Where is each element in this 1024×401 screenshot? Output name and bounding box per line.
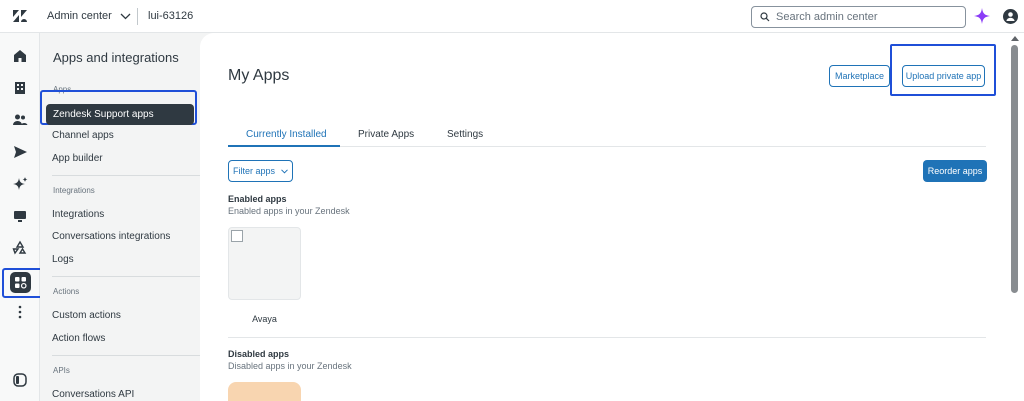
app-card-disabled[interactable]: [228, 382, 301, 401]
building-icon[interactable]: [12, 80, 28, 96]
profile-avatar[interactable]: [1003, 9, 1018, 24]
chevron-down-icon: [281, 168, 288, 174]
ai-sparkle-icon[interactable]: [974, 8, 990, 24]
tab-private-apps[interactable]: Private Apps: [358, 129, 414, 140]
topbar-divider: [137, 8, 138, 25]
people-icon[interactable]: [12, 112, 28, 128]
filter-apps-button[interactable]: Filter apps: [228, 160, 293, 182]
tab-currently-installed[interactable]: Currently Installed: [246, 129, 327, 140]
sparkle-icon[interactable]: [12, 176, 28, 192]
active-tab-indicator: [228, 145, 340, 147]
reorder-apps-button[interactable]: Reorder apps: [923, 160, 987, 182]
disabled-apps-subtitle: Disabled apps in your Zendesk: [228, 361, 352, 371]
chevron-down-icon: [120, 13, 131, 19]
subnav-item-channel-apps[interactable]: Channel apps: [52, 130, 114, 141]
subnav-divider: [52, 276, 200, 277]
group-label-integrations: Integrations: [53, 186, 95, 195]
tab-bar: Currently Installed Private Apps Setting…: [228, 125, 986, 147]
zendesk-logo-icon[interactable]: [12, 9, 28, 23]
search-box[interactable]: [751, 6, 966, 28]
upload-private-app-button[interactable]: Upload private app: [902, 65, 985, 87]
primary-nav-rail: [0, 33, 44, 401]
marketplace-button[interactable]: Marketplace: [829, 65, 890, 87]
disabled-apps-title: Disabled apps: [228, 349, 290, 359]
app-card-avaya[interactable]: [228, 227, 301, 300]
scroll-up-arrow-icon[interactable]: [1011, 36, 1019, 41]
account-subdomain: lui-63126: [148, 10, 194, 22]
subnav-divider: [52, 355, 200, 356]
user-icon: [1006, 12, 1015, 21]
send-icon[interactable]: [12, 144, 28, 160]
page-title: My Apps: [228, 67, 290, 84]
top-bar: Admin center lui-63126: [0, 0, 1024, 33]
subnav-item-custom-actions[interactable]: Custom actions: [52, 310, 121, 321]
monitor-icon[interactable]: [12, 208, 28, 224]
section-divider: [228, 337, 986, 338]
tab-settings[interactable]: Settings: [447, 129, 483, 140]
recycle-icon[interactable]: [12, 240, 28, 256]
nav-apps-integrations[interactable]: [10, 272, 31, 293]
product-switcher[interactable]: Admin center: [47, 10, 131, 22]
scrollbar-thumb[interactable]: [1011, 45, 1018, 293]
home-icon[interactable]: [12, 48, 28, 64]
main-panel: My Apps Marketplace Upload private app C…: [200, 33, 1006, 401]
subnav-item-app-builder[interactable]: App builder: [52, 153, 103, 164]
enabled-apps-title: Enabled apps: [228, 194, 287, 204]
broken-image-icon: [231, 230, 243, 242]
scrollbar[interactable]: [1006, 33, 1024, 401]
secondary-nav: Apps and integrations Apps Zendesk Suppo…: [40, 33, 200, 401]
enabled-apps-subtitle: Enabled apps in your Zendesk: [228, 206, 350, 216]
product-name: Admin center: [47, 10, 112, 22]
app-name: Avaya: [252, 314, 277, 324]
search-input[interactable]: [776, 11, 956, 23]
subnav-item-integrations[interactable]: Integrations: [52, 209, 104, 220]
subnav-item-zendesk-support-apps[interactable]: Zendesk Support apps: [46, 104, 194, 125]
subnav-title: Apps and integrations: [53, 50, 179, 65]
subnav-item-conversations-integrations[interactable]: Conversations integrations: [52, 231, 170, 242]
more-vertical-icon[interactable]: [12, 304, 28, 320]
search-icon: [760, 12, 770, 22]
subnav-item-conversations-api[interactable]: Conversations API: [52, 389, 134, 400]
filter-apps-label: Filter apps: [232, 166, 276, 176]
subnav-divider: [52, 175, 200, 176]
panel-toggle-icon[interactable]: [12, 372, 28, 388]
apps-grid-icon: [15, 277, 27, 289]
group-label-apis: APIs: [53, 366, 70, 375]
subnav-item-logs[interactable]: Logs: [52, 254, 74, 265]
group-label-actions: Actions: [53, 287, 80, 296]
subnav-item-action-flows[interactable]: Action flows: [52, 333, 105, 344]
